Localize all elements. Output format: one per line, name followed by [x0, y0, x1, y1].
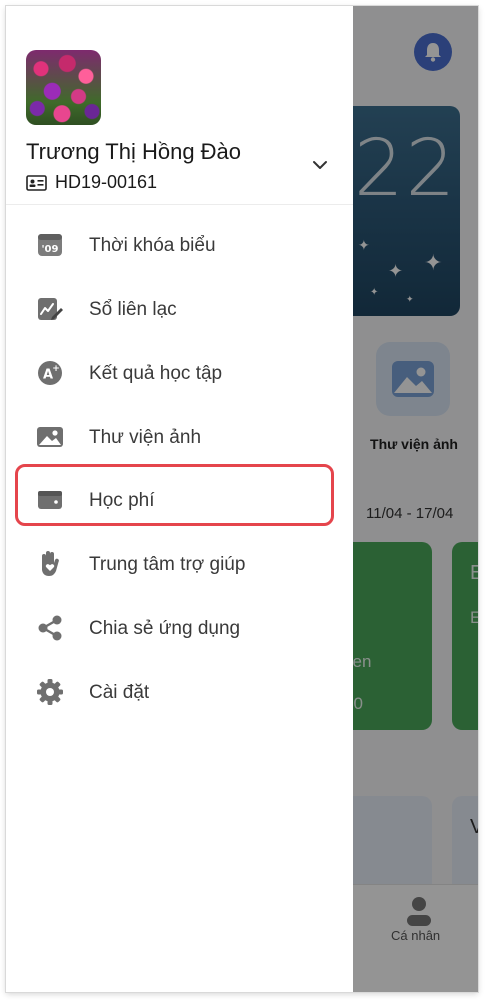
grade-a-icon: A + [36, 359, 64, 387]
divider [6, 204, 353, 205]
menu-item-label: Thời khóa biểu [89, 235, 216, 256]
menu-item-contact-book[interactable]: Sổ liên lạc [6, 281, 353, 337]
gear-icon [36, 678, 64, 706]
menu-item-label: Thư viện ảnh [89, 427, 202, 448]
navigation-drawer: Trương Thị Hồng Đào HD19-00161 '09 Thời … [6, 6, 353, 992]
help-hand-heart-icon [36, 550, 64, 578]
calendar-09-icon: '09 [36, 231, 64, 259]
app-screen: 22 ✦ ✦ ✦ ✦ ✦ Thư viện ảnh 11/04 - 17/04 … [6, 6, 478, 992]
menu-item-photo-library[interactable]: Thư viện ảnh [6, 409, 353, 465]
id-card-icon [26, 174, 47, 191]
menu-item-label: Sổ liên lạc [89, 299, 177, 320]
menu-item-label: Cài đặt [89, 682, 150, 703]
image-gallery-icon [36, 423, 64, 451]
menu-item-label: Trung tâm trợ giúp [89, 554, 246, 575]
user-name: Trương Thị Hồng Đào [26, 139, 242, 164]
menu-item-timetable[interactable]: '09 Thời khóa biểu [6, 217, 353, 273]
menu-item-settings[interactable]: Cài đặt [6, 664, 353, 720]
avatar[interactable] [26, 50, 101, 125]
menu-item-study-results[interactable]: A + Kết quả học tập [6, 345, 353, 401]
highlight-box [15, 464, 334, 526]
share-icon [36, 614, 64, 642]
svg-text:+: + [52, 364, 60, 374]
menu-item-help-center[interactable]: Trung tâm trợ giúp [6, 536, 353, 592]
user-id-row: HD19-00161 [26, 172, 157, 193]
menu-item-share-app[interactable]: Chia sẻ ứng dụng [6, 600, 353, 656]
user-id: HD19-00161 [55, 172, 158, 192]
chevron-down-icon[interactable] [312, 157, 328, 173]
notebook-pen-icon [36, 295, 64, 323]
menu-item-label: Chia sẻ ứng dụng [89, 618, 241, 639]
menu-item-label: Kết quả học tập [89, 363, 223, 384]
svg-text:'09: '09 [42, 244, 59, 255]
